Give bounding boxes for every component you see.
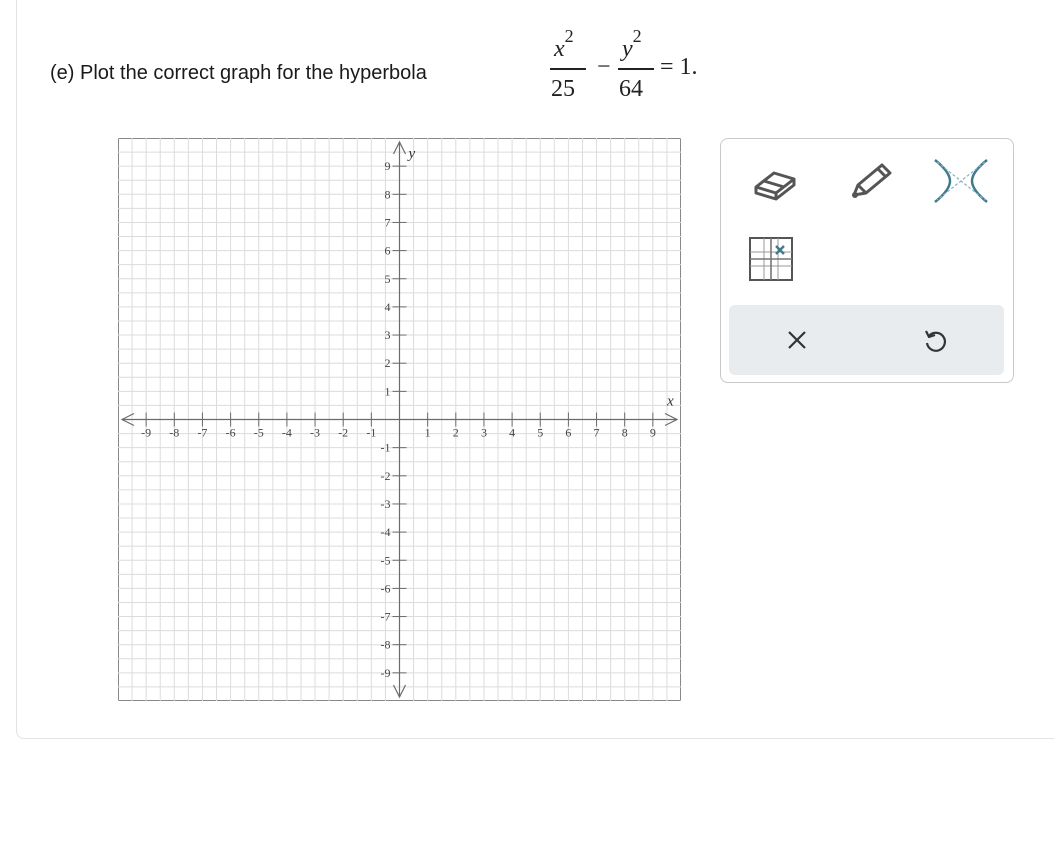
eraser-tool-button[interactable] [743,155,807,211]
y-tick-label: 6 [385,244,391,258]
grid-point-icon [749,237,793,281]
y-tick-label: 1 [385,384,391,398]
y-tick-label: 7 [385,215,391,229]
term1-numerator: x2 [554,26,574,63]
close-icon [788,331,806,349]
question-prompt: (e) Plot the correct graph for the hyper… [50,62,427,84]
graph-canvas[interactable]: -9 -8 -7 -6 -5 -4 -3 -2 -1 1 2 3 4 5 6 7 8 9 9 8 7 6 5 4 3 2 1 -1 -2… [118,138,681,701]
x-tick-label: -8 [169,426,179,440]
x-tick-label: -2 [338,426,348,440]
x-axis-label: x [666,394,674,410]
y-tick-label: -8 [381,638,391,652]
hyperbola-icon [934,159,988,203]
pencil-icon [852,163,892,198]
x-tick-label: 6 [565,426,571,440]
undo-icon [925,330,947,352]
y-tick-label: -3 [381,497,391,511]
clear-button[interactable] [769,315,825,365]
x-tick-label: -3 [310,426,320,440]
x-tick-label: 5 [537,426,543,440]
x-tick-label: -4 [282,426,292,440]
point-tool-button[interactable] [739,231,803,287]
y-tick-label: 5 [385,272,391,286]
x-tick-label: 2 [453,426,459,440]
y-tick-label: 2 [385,356,391,370]
x-tick-label: -9 [141,426,151,440]
term2-fraction-bar [618,68,654,70]
y-tick-label: 8 [385,187,391,201]
y-tick-label: -2 [381,469,391,483]
tool-panel [720,138,1014,383]
y-tick-label: -9 [381,666,391,680]
term1-denominator: 25 [551,76,575,102]
x-tick-label: -5 [254,426,264,440]
x-tick-label: 4 [509,426,515,440]
y-tick-label: -6 [381,581,391,595]
y-axis-label: y [407,146,416,162]
term2-exponent: 2 [632,26,642,46]
y-tick-label: 4 [385,300,391,314]
action-bar [729,305,1004,375]
y-tick-label: -5 [381,553,391,567]
term1-exponent: 2 [564,26,574,46]
term2-variable: y [622,36,633,62]
x-tick-label: -1 [366,426,376,440]
x-tick-label: 3 [481,426,487,440]
graph-svg[interactable]: -9 -8 -7 -6 -5 -4 -3 -2 -1 1 2 3 4 5 6 7 8 9 9 8 7 6 5 4 3 2 1 -1 -2… [118,138,681,701]
hyperbola-equation: x2 25 − y2 64 = 1. [548,26,718,108]
x-tick-label: 1 [425,426,431,440]
y-tick-label: -7 [381,610,391,624]
term1-fraction-bar [550,68,586,70]
y-tick-label: 9 [385,159,391,173]
pencil-tool-button[interactable] [839,153,903,209]
x-tick-label: 8 [622,426,628,440]
x-tick-label: -7 [197,426,207,440]
term2-denominator: 64 [619,76,643,102]
hyperbola-tool-button[interactable] [929,153,993,209]
undo-button[interactable] [907,315,963,365]
equation-rhs: = 1. [660,54,698,80]
y-tick-label: -4 [381,525,391,539]
term1-variable: x [554,36,565,62]
term2-numerator: y2 [622,26,642,63]
y-tick-label: -1 [381,441,391,455]
x-tick-label: 9 [650,426,656,440]
minus-sign: − [597,54,611,80]
x-tick-label: -6 [226,426,236,440]
x-tick-label: 7 [594,426,600,440]
y-tick-label: 3 [385,328,391,342]
eraser-icon [754,171,796,201]
